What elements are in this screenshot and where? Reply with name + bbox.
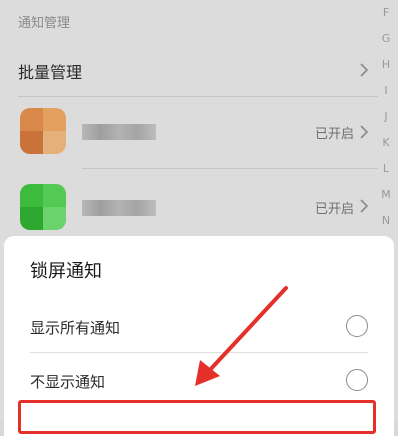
divider — [82, 168, 378, 169]
index-letter[interactable]: K — [380, 130, 392, 156]
chevron-right-icon — [360, 125, 369, 139]
sheet-title: 锁屏通知 — [30, 261, 102, 282]
batch-manage-row[interactable]: 批量管理 — [0, 44, 378, 98]
radio-button[interactable] — [346, 369, 368, 391]
radio-button[interactable] — [346, 315, 368, 337]
option-label: 显示所有通知 — [30, 319, 121, 337]
app-status: 已开启 — [314, 202, 354, 217]
index-letter[interactable]: L — [380, 156, 392, 182]
app-name-blurred — [82, 124, 156, 140]
divider — [30, 352, 368, 353]
app-icon — [20, 108, 66, 154]
chevron-right-icon — [360, 199, 369, 213]
index-letter[interactable]: G — [380, 26, 392, 52]
index-letter[interactable]: H — [380, 52, 392, 78]
chevron-right-icon — [360, 63, 369, 77]
divider — [18, 96, 378, 97]
batch-manage-label: 批量管理 — [18, 63, 83, 82]
alphabet-index-bar[interactable]: F G H I J K L M N — [380, 0, 392, 234]
app-status: 已开启 — [314, 127, 354, 142]
highlight-box — [18, 400, 376, 434]
index-letter[interactable]: J — [380, 104, 392, 130]
index-letter[interactable]: N — [380, 208, 392, 234]
index-letter[interactable]: M — [380, 182, 392, 208]
app-row[interactable]: 已开启 — [0, 98, 378, 166]
index-letter[interactable]: F — [380, 0, 392, 26]
option-show-all[interactable]: 显示所有通知 — [30, 302, 368, 354]
app-row[interactable]: 已开启 — [0, 176, 378, 236]
index-letter[interactable]: I — [380, 78, 392, 104]
option-label: 不显示通知 — [30, 373, 106, 391]
app-name-blurred — [82, 200, 156, 216]
section-title: 通知管理 — [18, 16, 71, 31]
app-icon — [20, 184, 66, 230]
